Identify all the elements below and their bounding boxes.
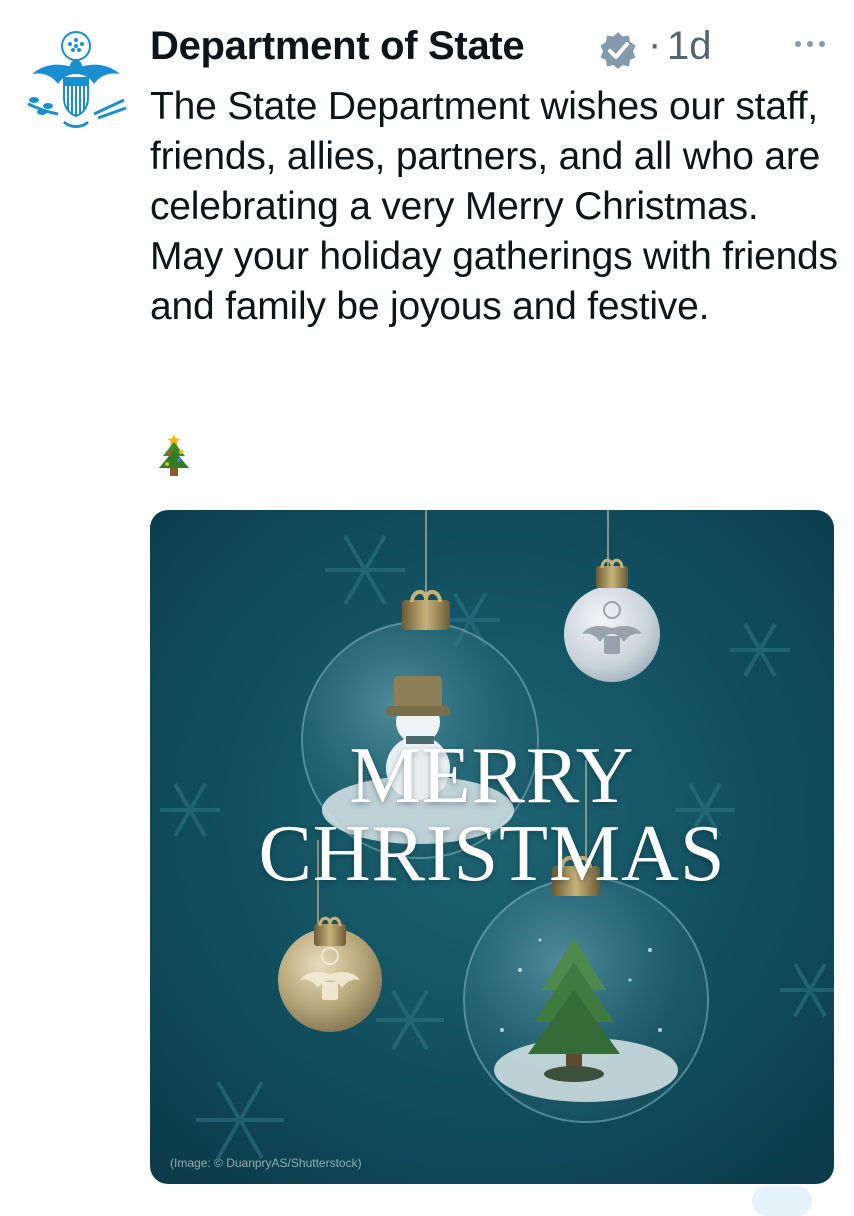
image-credit: (Image: © DuanpryAS/Shutterstock) (170, 1156, 362, 1170)
card-title-line1: MERRY (349, 732, 635, 820)
floating-action-button[interactable] (752, 1186, 812, 1216)
more-options-icon[interactable] (790, 34, 830, 54)
timestamp[interactable]: 1d (667, 24, 712, 69)
tweet-header: Department of State · 1d (150, 18, 834, 78)
christmas-tree-icon (154, 430, 194, 480)
author-name[interactable]: Department of State (150, 24, 525, 69)
card-title-line2: CHRISTMAS (258, 810, 726, 898)
department-seal-icon (19, 23, 133, 137)
separator-dot: · (648, 22, 662, 66)
tweet-image[interactable]: MERRY CHRISTMAS (Image: © DuanpryAS/Shut… (150, 510, 834, 1184)
verified-badge-icon[interactable] (598, 30, 638, 70)
avatar[interactable] (18, 22, 134, 138)
tweet-text: The State Department wishes our staff, f… (150, 85, 838, 328)
